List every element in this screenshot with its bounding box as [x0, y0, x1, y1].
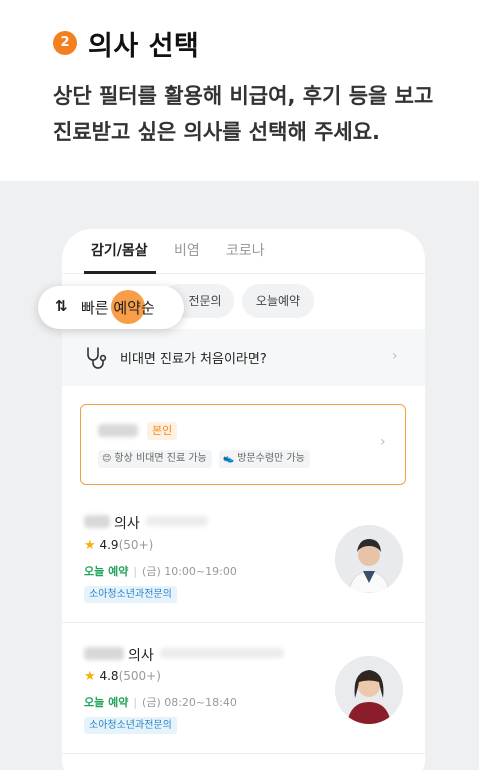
- divider: [62, 753, 425, 754]
- doctor-rating: ★ 4.8(500+): [84, 669, 161, 684]
- doctor-title: 의사: [114, 516, 140, 532]
- blurred-hospital-name: [160, 648, 284, 658]
- self-badge: 본인: [147, 422, 178, 440]
- separator: |: [133, 696, 138, 709]
- feature-label: 항상 비대면 진료 가능: [114, 453, 207, 464]
- filter-chip-today[interactable]: 오늘예약: [242, 284, 314, 318]
- doctor-availability: 오늘 예약 | (금) 10:00~19:00: [84, 563, 237, 579]
- shoe-icon: 👟: [223, 454, 235, 464]
- active-tab-indicator: [84, 271, 156, 274]
- star-icon: ★: [84, 669, 96, 684]
- rating-value: 4.8: [99, 669, 119, 683]
- status-label: 오늘 예약: [84, 696, 129, 709]
- feature-tag-pickup-only: 👟 방문수령만 가능: [219, 450, 310, 468]
- tab-covid[interactable]: 코로나: [226, 240, 265, 260]
- intro-section: 2 의사 선택 상단 필터를 활용해 비급여, 후기 등을 보고 진료받고 싶은…: [0, 0, 479, 181]
- description-line-2: 진료받고 싶은 의사를 선택해 주세요.: [53, 120, 381, 144]
- tab-rhinitis[interactable]: 비염: [174, 240, 200, 260]
- review-count: (500+): [118, 669, 161, 683]
- tab-cold-flu[interactable]: 감기/몸살: [91, 240, 148, 260]
- sort-arrows-icon: ⇅: [55, 297, 68, 315]
- step-description: 상단 필터를 활용해 비급여, 후기 등을 보고 진료받고 싶은 의사를 선택해…: [53, 78, 463, 150]
- working-hours: (금) 08:20~18:40: [142, 696, 237, 709]
- smile-icon: 😊: [102, 454, 112, 464]
- blurred-name: [98, 424, 138, 437]
- screen: 2 의사 선택 상단 필터를 활용해 비급여, 후기 등을 보고 진료받고 싶은…: [0, 0, 479, 770]
- rating-value: 4.9: [99, 538, 119, 552]
- blurred-hospital-name: [146, 516, 208, 526]
- chevron-right-icon: ›: [380, 434, 386, 450]
- doctor-card[interactable]: 의사 ★ 4.9(50+) 오늘 예약 | (금) 10:00~19:00 소아청소…: [62, 499, 425, 623]
- step-number-badge: 2: [53, 31, 77, 55]
- feature-tag-always-remote: 😊 항상 비대면 진료 가능: [98, 450, 212, 468]
- status-label: 오늘 예약: [84, 565, 129, 578]
- blurred-doctor-name: [84, 515, 110, 528]
- first-time-banner[interactable]: 비대면 진료가 처음이라면? ›: [62, 329, 425, 386]
- description-line-1: 상단 필터를 활용해 비급여, 후기 등을 보고: [53, 84, 434, 108]
- category-tabs: 감기/몸살 비염 코로나: [62, 229, 425, 274]
- blurred-doctor-name: [84, 647, 124, 660]
- chevron-right-icon: ›: [392, 348, 398, 364]
- banner-text: 비대면 진료가 처음이라면?: [120, 352, 267, 367]
- specialty-tag: 소아청소년과전문의: [84, 717, 177, 734]
- doctor-rating: ★ 4.9(50+): [84, 538, 153, 553]
- doctor-card[interactable]: 의사 ★ 4.8(500+) 오늘 예약 | (금) 08:20~18:40 소아청…: [62, 630, 425, 754]
- divider: [62, 622, 425, 623]
- separator: |: [133, 565, 138, 578]
- doctor-availability: 오늘 예약 | (금) 08:20~18:40: [84, 694, 237, 710]
- stethoscope-icon: [87, 347, 107, 369]
- working-hours: (금) 10:00~19:00: [142, 565, 237, 578]
- star-icon: ★: [84, 538, 96, 553]
- step-title: 의사 선택: [88, 31, 200, 62]
- review-count: (50+): [118, 538, 154, 552]
- feature-label: 방문수령만 가능: [237, 453, 305, 464]
- doctor-photo: [335, 525, 403, 593]
- self-profile-card[interactable]: 본인 😊 항상 비대면 진료 가능 👟 방문수령만 가능 ›: [80, 404, 406, 485]
- doctor-photo: [335, 656, 403, 724]
- doctor-title: 의사: [128, 648, 154, 664]
- tap-indicator: [111, 290, 145, 324]
- specialty-tag: 소아청소년과전문의: [84, 586, 177, 603]
